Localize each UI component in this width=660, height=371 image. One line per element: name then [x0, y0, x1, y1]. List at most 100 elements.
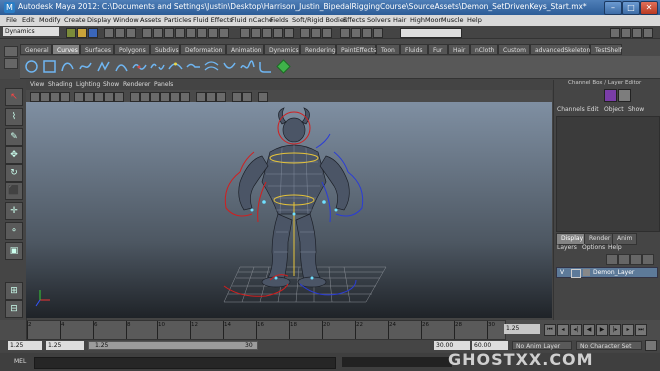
go-to-end-icon[interactable]: ⏭	[635, 324, 647, 336]
fillet-curve-icon[interactable]	[258, 59, 273, 74]
cb-menu-show[interactable]: Show	[628, 106, 644, 113]
ep-curve-tool-icon[interactable]	[78, 59, 93, 74]
input-ops-icon[interactable]	[300, 28, 310, 38]
tab-animation[interactable]: Animation	[226, 44, 264, 55]
high-quality-icon[interactable]	[242, 92, 252, 102]
channel-box-icon[interactable]	[604, 89, 617, 102]
save-scene-icon[interactable]	[88, 28, 98, 38]
paint-select-tool-icon[interactable]: ✎	[5, 128, 23, 146]
menu-highmoon[interactable]: HighMoon	[410, 16, 443, 24]
scale-tool-icon[interactable]: ⬛	[5, 182, 23, 200]
layer-menu-options[interactable]: Options	[582, 244, 605, 251]
layer-template-toggle[interactable]	[571, 269, 581, 278]
nurbs-circle-icon[interactable]	[24, 59, 39, 74]
layer-row[interactable]: V Demon_Layer	[556, 267, 658, 278]
select-tool-icon[interactable]: ↖	[5, 88, 23, 106]
tab-toon[interactable]: Toon	[376, 44, 400, 55]
play-forward-icon[interactable]: ▶	[596, 324, 608, 336]
play-backward-icon[interactable]: ◀	[583, 324, 595, 336]
snap-point-icon[interactable]	[262, 28, 272, 38]
mask-curves-icon[interactable]	[164, 28, 174, 38]
layer-menu-layers[interactable]: Layers	[557, 244, 577, 251]
step-forward-frame-icon[interactable]: ▸	[622, 324, 634, 336]
attach-curves-icon[interactable]	[132, 59, 147, 74]
menu-fields[interactable]: Fields	[270, 16, 288, 24]
manipulator-tool-icon[interactable]: ✛	[5, 202, 23, 220]
safe-action-icon[interactable]	[104, 92, 114, 102]
mask-deformations-icon[interactable]	[186, 28, 196, 38]
film-gate-icon[interactable]	[84, 92, 94, 102]
menu-edit[interactable]: Edit	[22, 16, 35, 24]
shelf-editor-icon[interactable]	[4, 58, 18, 69]
textured-icon[interactable]	[160, 92, 170, 102]
smooth-shade-icon[interactable]	[140, 92, 150, 102]
mask-misc-icon[interactable]	[219, 28, 229, 38]
menu-modify[interactable]: Modify	[39, 16, 61, 24]
current-frame-field[interactable]: 1.25	[504, 324, 540, 334]
playback-start-field[interactable]: 1.25	[46, 341, 84, 350]
snap-view-plane-icon[interactable]	[273, 28, 283, 38]
last-tool-icon[interactable]: ⚬	[5, 222, 23, 240]
toggle-attribute-editor-icon[interactable]	[610, 28, 620, 38]
move-layer-up-icon[interactable]	[630, 254, 642, 265]
menu-fluid-effects[interactable]: Fluid Effects	[193, 16, 233, 24]
step-back-frame-icon[interactable]: ◂	[557, 324, 569, 336]
tab-general[interactable]: General	[20, 44, 52, 55]
tab-deformation[interactable]: Deformation	[180, 44, 226, 55]
menu-display[interactable]: Display	[87, 16, 111, 24]
layer-visibility-toggle[interactable]: V	[560, 268, 564, 277]
open-scene-icon[interactable]	[77, 28, 87, 38]
select-component-icon[interactable]	[126, 28, 136, 38]
attribute-editor-icon[interactable]	[618, 89, 631, 102]
menu-help[interactable]: Help	[467, 16, 482, 24]
panel-menu-show[interactable]: Show	[103, 81, 119, 88]
panel-menu-lighting[interactable]: Lighting	[76, 81, 100, 88]
bookmark-icon[interactable]	[50, 92, 60, 102]
make-live-icon[interactable]	[284, 28, 294, 38]
mask-rendering-icon[interactable]	[208, 28, 218, 38]
resolution-gate-icon[interactable]	[94, 92, 104, 102]
reverse-curve-icon[interactable]	[222, 59, 237, 74]
menu-set-dropdown[interactable]: Dynamics	[3, 27, 59, 36]
nurbs-square-icon[interactable]	[42, 59, 57, 74]
tab-dynamics[interactable]: Dynamics	[264, 44, 300, 55]
insert-knot-icon[interactable]	[168, 59, 183, 74]
wireframe-icon[interactable]	[130, 92, 140, 102]
move-tool-icon[interactable]: ✥	[5, 146, 23, 164]
close-button[interactable]: ✕	[640, 1, 658, 15]
outliner-layout-icon[interactable]: ⊟	[5, 300, 23, 318]
tab-testshelf[interactable]: TestShelf	[590, 44, 622, 55]
safe-title-icon[interactable]	[114, 92, 124, 102]
detach-curves-icon[interactable]	[150, 59, 165, 74]
offset-curve-icon[interactable]	[204, 59, 219, 74]
range-bar-handle[interactable]: 1.25 30	[88, 341, 258, 350]
image-plane-icon[interactable]	[60, 92, 70, 102]
panel-menu-shading[interactable]: Shading	[48, 81, 72, 88]
select-hierarchy-icon[interactable]	[104, 28, 114, 38]
panel-menu-panels[interactable]: Panels	[154, 81, 173, 88]
tab-curves[interactable]: Curves	[52, 44, 80, 55]
add-points-icon[interactable]	[276, 59, 291, 74]
menu-window[interactable]: Window	[113, 16, 139, 24]
toggle-tool-settings-icon[interactable]	[621, 28, 631, 38]
camera-attributes-icon[interactable]	[40, 92, 50, 102]
anim-layer-dropdown[interactable]: No Anim Layer	[512, 341, 572, 350]
layer-name[interactable]: Demon_Layer	[593, 268, 634, 277]
time-slider-track[interactable]: 2 4 6 8 10 12 14 16 18 20 22 24 26 28 30	[26, 320, 506, 340]
menu-create[interactable]: Create	[64, 16, 86, 24]
panel-menu-view[interactable]: View	[30, 81, 44, 88]
use-all-lights-icon[interactable]	[170, 92, 180, 102]
new-layer-icon[interactable]	[606, 254, 618, 265]
menu-file[interactable]: File	[6, 16, 17, 24]
cb-menu-edit[interactable]: Edit	[587, 106, 599, 113]
menu-effects[interactable]: Effects	[343, 16, 365, 24]
menu-hair[interactable]: Hair	[393, 16, 406, 24]
mask-dynamics-icon[interactable]	[197, 28, 207, 38]
mel-label[interactable]: MEL	[14, 358, 26, 365]
playback-end-field[interactable]: 30.00	[434, 341, 470, 350]
panel-menu-renderer[interactable]: Renderer	[123, 81, 150, 88]
ipr-render-icon[interactable]	[362, 28, 372, 38]
new-layer-selected-icon[interactable]	[618, 254, 630, 265]
animation-end-field[interactable]: 60.00	[472, 341, 508, 350]
cv-curve-tool-icon[interactable]	[60, 59, 75, 74]
